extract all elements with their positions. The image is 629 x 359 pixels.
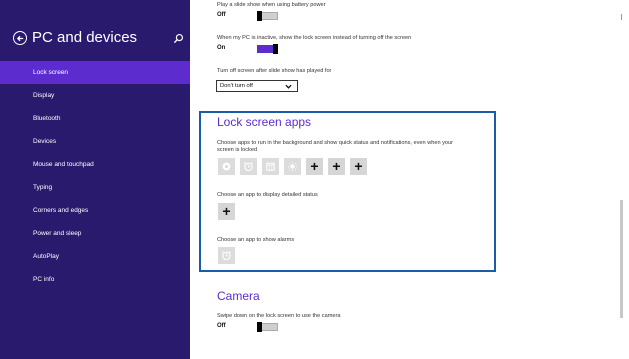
inactive-lock-state: On <box>217 45 226 51</box>
settings-icon <box>222 162 231 171</box>
app-slot-alarms[interactable] <box>240 158 257 175</box>
add-detailed-status-app-button[interactable]: + <box>218 203 235 220</box>
dropdown-value: Don't turn off <box>220 83 253 89</box>
camera-title: Camera <box>217 289 260 303</box>
sidebar-item-bluetooth[interactable]: Bluetooth <box>0 107 190 130</box>
camera-state: Off <box>217 323 226 329</box>
scrollbar-thumb[interactable] <box>620 200 623 318</box>
turn-off-screen-dropdown[interactable]: Don't turn off <box>216 80 298 92</box>
sidebar-item-pc-info[interactable]: PC info <box>0 268 190 291</box>
app-slot-settings[interactable] <box>218 158 235 175</box>
back-button[interactable] <box>13 31 27 45</box>
add-app-button-2[interactable]: + <box>328 158 345 175</box>
battery-slideshow-state: Off <box>217 12 226 18</box>
battery-slideshow-toggle[interactable] <box>257 11 278 21</box>
alarms-label: Choose an app to show alarms <box>217 237 295 243</box>
alarm-icon <box>244 162 253 172</box>
camera-label: Swipe down on the lock screen to use the… <box>217 313 341 319</box>
sidebar-item-display[interactable]: Display <box>0 84 190 107</box>
detailed-status-label: Choose an app to display detailed status <box>217 192 318 198</box>
add-app-button-3[interactable]: + <box>350 158 367 175</box>
app-slot-weather[interactable] <box>284 158 301 175</box>
chevron-down-icon <box>285 84 292 89</box>
toggle-thumb <box>257 11 262 21</box>
sidebar-item-lock-screen[interactable]: Lock screen <box>0 61 190 84</box>
alarm-app-slot[interactable] <box>218 247 235 264</box>
sidebar-item-autoplay[interactable]: AutoPlay <box>0 245 190 268</box>
weather-icon <box>287 161 298 172</box>
sidebar-title: PC and devices <box>32 29 138 46</box>
search-icon[interactable] <box>173 33 184 44</box>
lock-screen-apps-description-1: Choose apps to run in the background and… <box>217 140 454 146</box>
inactive-lock-toggle[interactable] <box>257 44 278 54</box>
sidebar-item-corners-and-edges[interactable]: Corners and edges <box>0 199 190 222</box>
lock-screen-apps-title: Lock screen apps <box>217 115 312 129</box>
calendar-icon <box>266 162 275 171</box>
sidebar-item-typing[interactable]: Typing <box>0 176 190 199</box>
inactive-lock-label: When my PC is inactive, show the lock sc… <box>217 35 412 41</box>
lock-screen-apps-description-2: screen is locked <box>217 147 258 153</box>
toggle-thumb <box>273 44 278 54</box>
sidebar: PC and devices Lock screen Display Bluet… <box>0 0 190 359</box>
scrollbar-top-marker <box>621 14 622 20</box>
sidebar-item-mouse-and-touchpad[interactable]: Mouse and touchpad <box>0 153 190 176</box>
toggle-thumb <box>257 322 262 332</box>
sidebar-item-devices[interactable]: Devices <box>0 130 190 153</box>
back-arrow-icon <box>16 35 23 41</box>
sidebar-item-power-and-sleep[interactable]: Power and sleep <box>0 222 190 245</box>
battery-slideshow-label: Play a slide show when using battery pow… <box>217 2 326 8</box>
sidebar-nav: Lock screen Display Bluetooth Devices Mo… <box>0 61 190 291</box>
add-app-button-1[interactable]: + <box>306 158 323 175</box>
camera-toggle[interactable] <box>257 322 278 332</box>
turn-off-screen-label: Turn off screen after slide show has pla… <box>217 68 332 74</box>
app-slot-calendar[interactable] <box>262 158 279 175</box>
alarm-icon <box>222 251 231 261</box>
